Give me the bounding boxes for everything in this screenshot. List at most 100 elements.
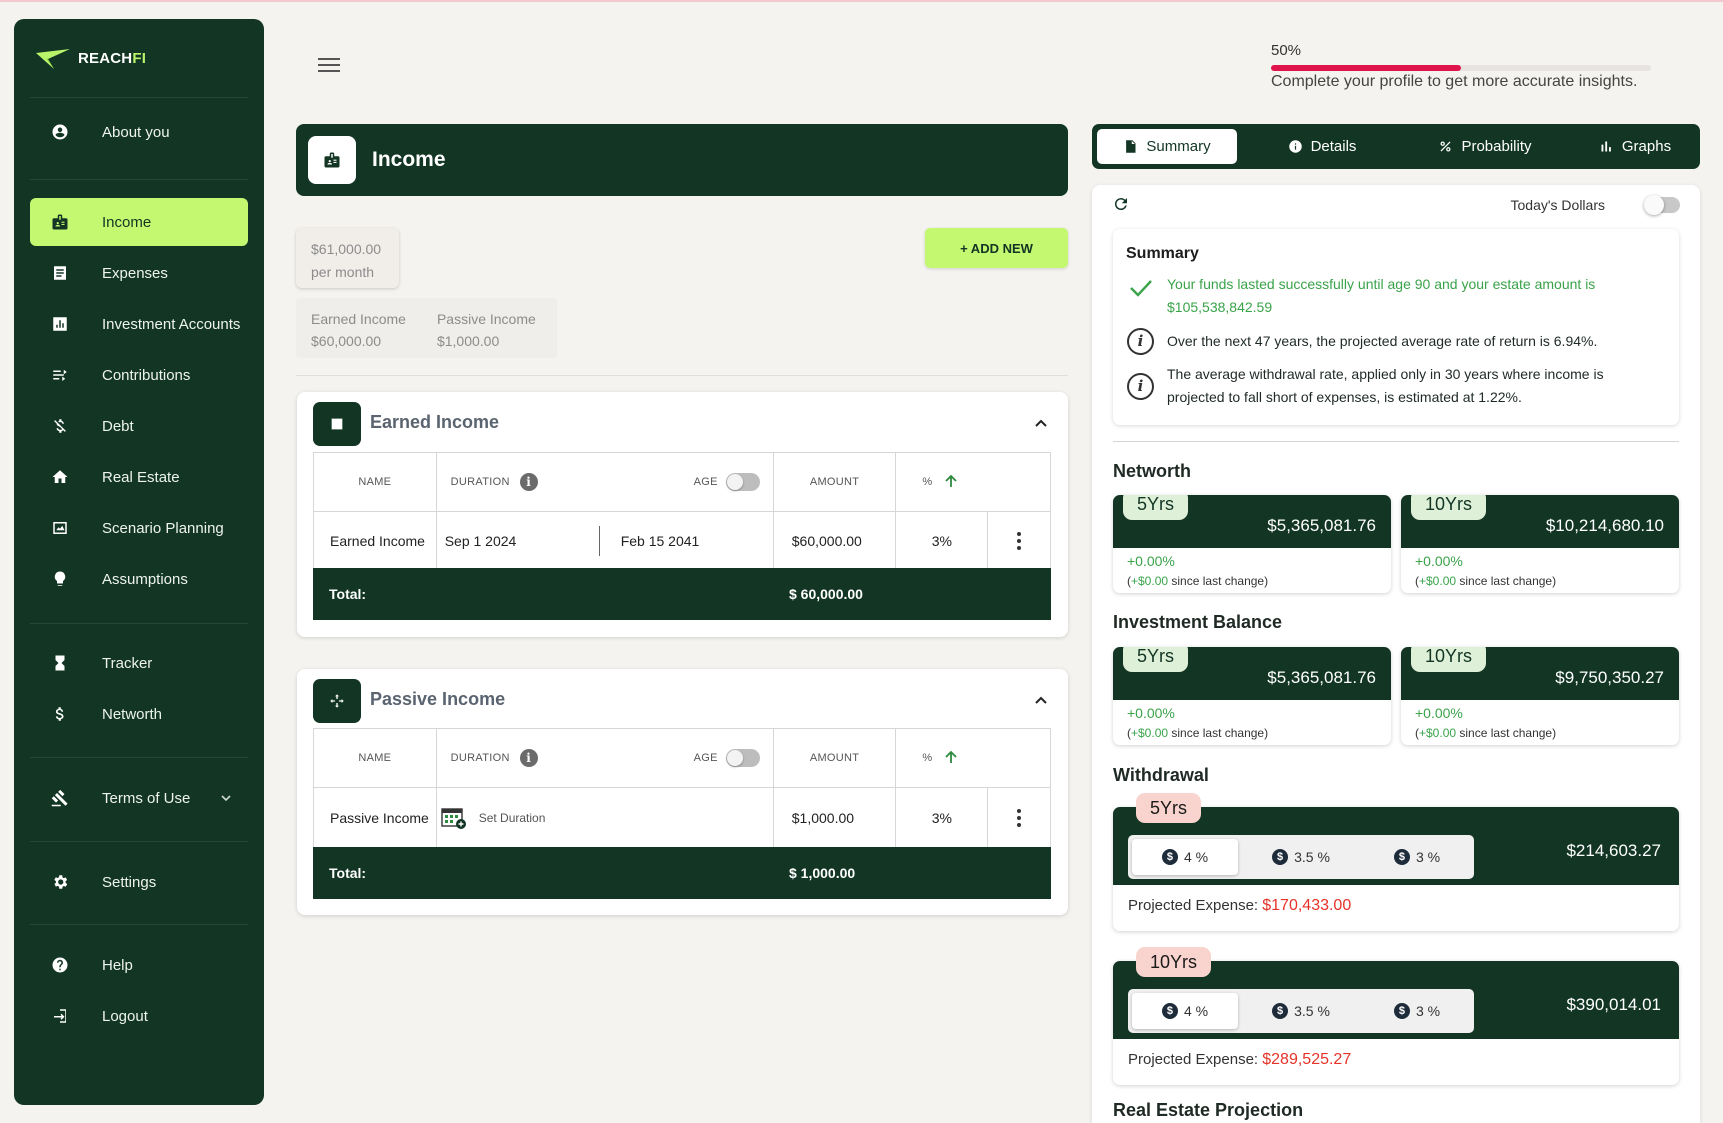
info-icon[interactable]: i (519, 473, 538, 491)
row-menu-button[interactable] (988, 512, 1050, 569)
sidebar-item-income[interactable]: Income (30, 198, 248, 246)
sidebar-item-help[interactable]: Help (30, 941, 248, 989)
start-date-input[interactable]: Sep 1 2024 (445, 533, 517, 549)
sidebar-item-scenario-planning[interactable]: Scenario Planning (30, 504, 248, 552)
monthly-income-amount: $61,000.00 (311, 241, 382, 257)
withdrawal-rate-selector: $4 % $3.5 % $3 % (1128, 835, 1474, 879)
earned-income-header[interactable]: Earned Income (297, 392, 1068, 452)
passive-income-title: Passive Income (370, 689, 506, 709)
sidebar-item-about-you[interactable]: About you (30, 108, 248, 156)
chevron-down-icon[interactable] (220, 792, 232, 804)
sidebar-item-terms-of-use[interactable]: Terms of Use (30, 774, 248, 822)
earned-income-total-value: $ 60,000.00 (789, 586, 863, 602)
insights-panel: Today's Dollars Summary Your funds laste… (1092, 185, 1700, 1123)
income-badge-icon (308, 136, 356, 184)
column-percent[interactable]: % (896, 729, 1050, 787)
income-badge-icon (50, 212, 70, 232)
withdrawal-value: $214,603.27 (1566, 841, 1661, 860)
todays-dollars-toggle[interactable] (1644, 195, 1680, 215)
receipt-icon (50, 263, 70, 283)
period-badge: 5Yrs (1136, 793, 1202, 823)
rate-option-3-5[interactable]: $3.5 % (1248, 993, 1354, 1029)
period-badge: 5Yrs (1123, 647, 1189, 672)
sidebar-item-investment-accounts[interactable]: Investment Accounts (30, 300, 248, 348)
period-badge: 10Yrs (1411, 495, 1487, 520)
profile-progress-percent: 50% (1271, 42, 1302, 59)
add-new-button[interactable]: + ADD NEW (925, 228, 1068, 268)
rate-option-4[interactable]: $4 % (1132, 993, 1238, 1029)
column-duration: DURATION i AGE (437, 453, 774, 511)
monthly-income-chip: $61,000.00 per month (296, 228, 399, 288)
date-divider (598, 526, 600, 556)
chevron-up-icon[interactable] (1034, 418, 1048, 428)
change-since: (+$0.00 since last change) (1127, 726, 1269, 740)
sidebar-item-logout[interactable]: Logout (30, 992, 248, 1040)
amount-input[interactable]: $60,000.00 (774, 512, 897, 569)
age-toggle[interactable] (725, 473, 760, 491)
passive-income-summary: Passive Income $1,000.00 (436, 311, 536, 349)
end-date-input[interactable]: Feb 15 2041 (621, 533, 700, 549)
amount-input[interactable]: $1,000.00 (774, 788, 897, 847)
rate-option-3-5[interactable]: $3.5 % (1248, 839, 1354, 875)
tab-details[interactable]: Details (1252, 129, 1392, 164)
rate-option-3[interactable]: $3 % (1364, 993, 1470, 1029)
networth-card-10yrs: 10Yrs $10,214,680.10 +0.00% (+$0.00 since… (1401, 495, 1679, 593)
refresh-icon[interactable] (1112, 195, 1130, 213)
passive-income-header[interactable]: Passive Income (297, 669, 1068, 729)
profile-progress-message: Complete your profile to get more accura… (1271, 73, 1638, 90)
passive-income-card: Passive Income NAME DURATION i AGE AMOUN… (297, 669, 1068, 915)
sidebar-divider (30, 623, 248, 624)
sidebar-divider (30, 97, 248, 98)
summary-title: Summary (1126, 245, 1199, 262)
rate-option-3[interactable]: $3 % (1364, 839, 1470, 875)
percent-input[interactable]: 3% (896, 512, 989, 569)
set-duration-button[interactable]: Set Duration (437, 788, 774, 847)
hourglass-icon (50, 653, 70, 673)
earned-income-table: NAME DURATION i AGE AMOUNT % Earned Inco… (313, 452, 1051, 570)
sidebar-item-debt[interactable]: Debt (30, 402, 248, 450)
monthly-income-unit: per month (311, 264, 375, 280)
withdrawal-rate-selector: $4 % $3.5 % $3 % (1128, 989, 1474, 1033)
sidebar-item-networth[interactable]: Networth (30, 690, 248, 738)
networth-value: $5,365,081.76 (1267, 516, 1376, 535)
menu-icon[interactable] (318, 58, 340, 76)
column-percent[interactable]: % (896, 453, 1050, 511)
gear-icon (50, 872, 70, 892)
row-menu-button[interactable] (988, 788, 1050, 847)
tab-summary[interactable]: Summary (1097, 129, 1237, 164)
percent-input[interactable]: 3% (896, 788, 989, 847)
sidebar-item-settings[interactable]: Settings (30, 858, 248, 906)
brand-logo[interactable]: REACHFI (34, 45, 146, 71)
passive-income-total-value: $ 1,000.00 (789, 865, 856, 881)
passive-income-table: NAME DURATION i AGE AMOUNT % Passive Inc… (313, 728, 1051, 848)
investment-card-5yrs: 5Yrs $5,365,081.76 +0.00% (+$0.00 since l… (1113, 647, 1391, 745)
chevron-up-icon[interactable] (1034, 695, 1048, 705)
info-icon[interactable]: i (519, 749, 538, 767)
graph-icon (1601, 141, 1611, 152)
money-off-icon (50, 416, 70, 436)
sidebar-item-real-estate[interactable]: Real Estate (30, 453, 248, 501)
period-badge: 10Yrs (1136, 947, 1212, 977)
income-name-input[interactable]: Passive Income (314, 788, 437, 847)
gavel-icon (50, 788, 70, 808)
income-name-input[interactable]: Earned Income (314, 512, 437, 569)
bar-chart-icon (50, 314, 70, 334)
age-toggle[interactable] (725, 749, 760, 767)
rate-option-4[interactable]: $4 % (1132, 839, 1238, 875)
table-header-row: NAME DURATION i AGE AMOUNT % (314, 729, 1050, 788)
tab-probability[interactable]: Probability (1410, 129, 1560, 164)
logout-icon (50, 1006, 70, 1026)
page-title: Income (372, 148, 446, 171)
arrow-up-icon[interactable] (944, 751, 958, 765)
investment-value: $9,750,350.27 (1555, 668, 1664, 687)
sidebar-item-tracker[interactable]: Tracker (30, 639, 248, 687)
sidebar-item-contributions[interactable]: Contributions (30, 351, 248, 399)
income-header: Income (296, 124, 1068, 196)
sidebar-item-expenses[interactable]: Expenses (30, 249, 248, 297)
arrow-up-icon[interactable] (944, 475, 958, 489)
tab-graphs[interactable]: Graphs (1570, 129, 1700, 164)
help-icon (50, 955, 70, 975)
sidebar-item-assumptions[interactable]: Assumptions (30, 555, 248, 603)
withdrawal-card-5yrs: 5Yrs $4 % $3.5 % $3 % $214,603.27 Projec… (1113, 793, 1679, 931)
info-icon: i (1126, 327, 1155, 356)
